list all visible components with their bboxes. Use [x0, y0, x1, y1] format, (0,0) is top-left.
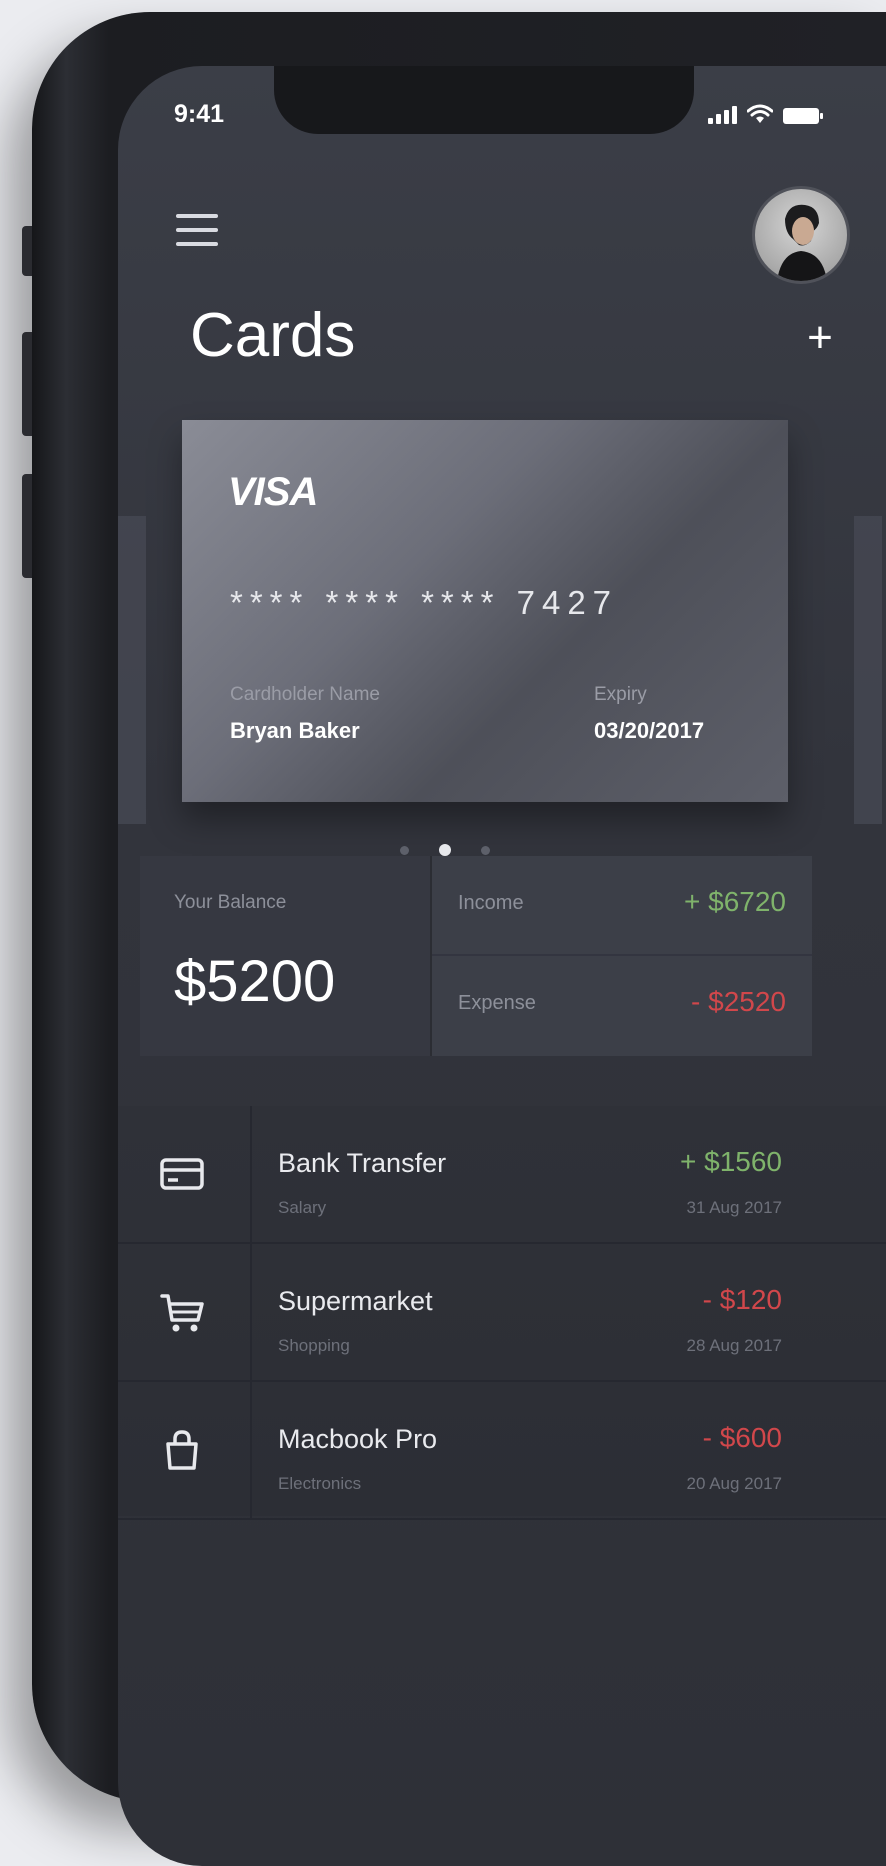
- status-icons: [708, 104, 823, 124]
- profile-photo-icon: [777, 204, 827, 281]
- transaction-amount: - $120: [702, 1284, 782, 1315]
- card-pager: [400, 844, 490, 856]
- transaction-amount: - $600: [702, 1422, 782, 1453]
- transaction-amount: + $1560: [680, 1146, 782, 1177]
- expense-row: Expense - $2520: [432, 956, 812, 1054]
- app-screen: 9:41 Cards + VISA **** **** **** 7427 Ca…: [118, 66, 886, 1866]
- credit-card-icon: [160, 1158, 204, 1190]
- wifi-icon: [747, 104, 773, 123]
- income-row: Income + $6720: [432, 856, 812, 956]
- balance-panel: Your Balance $5200: [140, 856, 432, 1056]
- transaction-title: Bank Transfer: [278, 1148, 447, 1178]
- cardholder-label: Cardholder Name: [230, 684, 380, 705]
- transaction-list: Bank Transfer Salary + $1560 31 Aug 2017…: [118, 1106, 886, 1520]
- cellular-signal-icon: [708, 106, 737, 124]
- shopping-bag-icon: [166, 1430, 198, 1470]
- transaction-date: 31 Aug 2017: [686, 1198, 782, 1217]
- pager-dot[interactable]: [481, 845, 490, 855]
- pager-dot[interactable]: [400, 845, 409, 855]
- credit-card[interactable]: VISA **** **** **** 7427 Cardholder Name…: [182, 420, 788, 802]
- volume-up-button: [22, 332, 32, 436]
- list-item[interactable]: Supermarket Shopping - $120 28 Aug 2017: [118, 1244, 886, 1382]
- shopping-cart-icon: [160, 1294, 204, 1332]
- transaction-title: Macbook Pro: [278, 1424, 438, 1454]
- next-card-peek[interactable]: [854, 516, 882, 824]
- income-label: Income: [458, 892, 524, 914]
- notch: [274, 66, 694, 134]
- transaction-category: Shopping: [278, 1336, 350, 1355]
- cardholder-name: Bryan Baker: [230, 718, 360, 743]
- transaction-icon-cell: [118, 1382, 252, 1518]
- expiry-value: 03/20/2017: [594, 718, 705, 743]
- expense-label: Expense: [458, 992, 536, 1014]
- income-value: + $6720: [684, 886, 786, 917]
- silent-switch: [22, 226, 32, 276]
- income-expense-panel: Income + $6720 Expense - $2520: [432, 856, 812, 1056]
- add-card-button[interactable]: +: [798, 316, 842, 362]
- list-item[interactable]: Macbook Pro Electronics - $600 20 Aug 20…: [118, 1382, 886, 1520]
- expiry-label: Expiry: [594, 684, 647, 705]
- transaction-icon-cell: [118, 1106, 252, 1242]
- transaction-category: Salary: [278, 1198, 327, 1217]
- status-time: 9:41: [174, 100, 225, 128]
- page-title: Cards: [190, 301, 356, 370]
- transaction-date: 20 Aug 2017: [686, 1474, 782, 1493]
- menu-icon[interactable]: [176, 214, 218, 250]
- volume-down-button: [22, 474, 32, 578]
- balance-label: Your Balance: [174, 892, 287, 913]
- expense-value: - $2520: [691, 986, 786, 1017]
- list-item[interactable]: Bank Transfer Salary + $1560 31 Aug 2017: [118, 1106, 886, 1244]
- card-number: **** **** **** 7427: [230, 584, 619, 621]
- transaction-icon-cell: [118, 1244, 252, 1380]
- battery-icon: [783, 108, 823, 124]
- phone-frame: 9:41 Cards + VISA **** **** **** 7427 Ca…: [22, 12, 886, 1866]
- transaction-category: Electronics: [278, 1474, 362, 1493]
- balance-value: $5200: [174, 949, 336, 1014]
- previous-card-peek[interactable]: [118, 516, 146, 824]
- transaction-title: Supermarket: [278, 1286, 433, 1316]
- pager-dot-active[interactable]: [439, 844, 451, 856]
- visa-logo: VISA: [228, 470, 318, 514]
- transaction-date: 28 Aug 2017: [686, 1336, 782, 1355]
- avatar[interactable]: [752, 186, 850, 284]
